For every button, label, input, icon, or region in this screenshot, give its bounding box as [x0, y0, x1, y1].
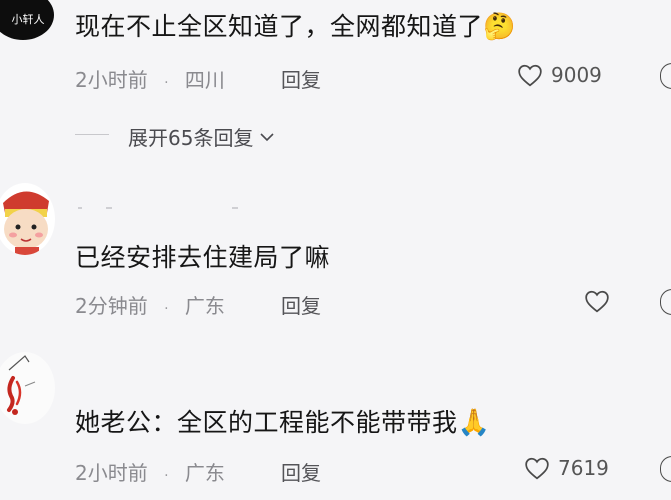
username-placeholder-dash: [106, 206, 112, 209]
username-faded: [78, 200, 238, 215]
heart-outline-icon: [525, 457, 549, 480]
dislike-icon[interactable]: [660, 289, 671, 315]
like-count: 9009: [551, 63, 602, 87]
timestamp: 2小时前: [75, 68, 148, 92]
expand-replies-label: 展开65条回复: [128, 126, 254, 150]
like-count: 7619: [558, 456, 609, 480]
heart-outline-icon: [518, 64, 542, 87]
reply-button[interactable]: 回复: [281, 457, 321, 486]
comment-body: 现在不止全区知道了，全网都知道了: [75, 12, 484, 41]
cartoon-avatar-icon: [3, 191, 49, 255]
username-placeholder-dash: [78, 206, 82, 209]
location: 广东: [184, 294, 225, 318]
expand-divider: [75, 134, 109, 135]
avatar[interactable]: [0, 352, 55, 424]
timestamp: 2分钟前: [75, 294, 148, 318]
praying-hands-emoji: 🙏: [457, 408, 491, 438]
dislike-icon[interactable]: [660, 63, 671, 89]
chevron-down-icon: [260, 132, 275, 141]
like-button[interactable]: 7619: [524, 456, 609, 480]
reply-button[interactable]: 回复: [281, 64, 321, 93]
illustration-avatar-icon: [7, 355, 36, 415]
thinking-emoji: 🤔: [483, 12, 516, 42]
avatar[interactable]: [0, 183, 55, 255]
like-button[interactable]: [584, 289, 610, 317]
avatar-label: 小轩人: [11, 13, 45, 26]
comment-text: 现在不止全区知道了，全网都知道了🤔: [75, 7, 516, 43]
location: 四川: [184, 68, 225, 92]
dislike-icon[interactable]: [660, 456, 671, 482]
reply-button[interactable]: 回复: [281, 290, 321, 319]
expand-replies-button[interactable]: 展开65条回复: [128, 122, 275, 151]
comment-text: 已经安排去住建局了嘛: [75, 243, 331, 272]
comment-body: 她老公：全区的工程能不能带带我: [75, 408, 458, 437]
meta-separator: ·: [164, 468, 169, 484]
comment-meta: 2小时前 · 广东: [75, 457, 225, 486]
avatar[interactable]: 小轩人: [0, 0, 54, 40]
meta-separator: ·: [164, 75, 169, 91]
username-placeholder-dash: [232, 206, 238, 209]
heart-outline-icon: [585, 290, 609, 313]
comment-text: 她老公：全区的工程能不能带带我🙏: [75, 403, 490, 439]
like-button[interactable]: 9009: [517, 63, 602, 87]
comment-meta: 2小时前 · 四川: [75, 64, 225, 93]
timestamp: 2小时前: [75, 461, 148, 485]
comment-meta: 2分钟前 · 广东: [75, 290, 225, 319]
meta-separator: ·: [164, 301, 169, 317]
location: 广东: [184, 461, 225, 485]
